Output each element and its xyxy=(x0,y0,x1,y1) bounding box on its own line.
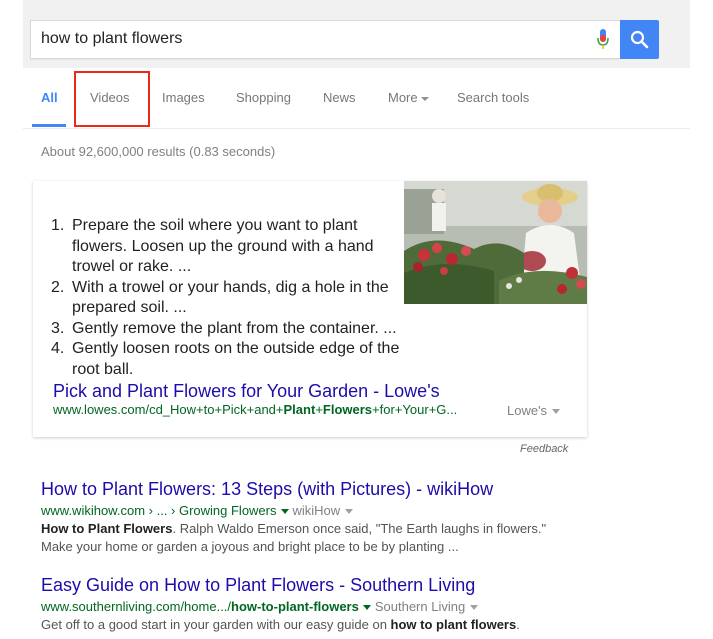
chevron-down-icon[interactable] xyxy=(345,509,354,515)
tab-news[interactable]: News xyxy=(323,90,356,105)
tab-images[interactable]: Images xyxy=(162,90,205,105)
step-text: With a trowel or your hands, dig a hole … xyxy=(72,278,389,317)
search-button[interactable] xyxy=(620,20,659,59)
search-icon xyxy=(630,30,649,49)
chevron-down-icon xyxy=(420,96,429,101)
active-tab-indicator xyxy=(32,124,66,127)
chevron-down-icon[interactable] xyxy=(362,605,371,611)
snippet-bold: how to plant flowers xyxy=(390,617,517,632)
result-source: wikiHow xyxy=(292,503,341,518)
snippet-text: . Ralph Waldo Emerson once said, "The Ea… xyxy=(172,521,547,536)
tab-more[interactable]: More xyxy=(388,90,429,105)
snippet-bold: How to Plant Flowers xyxy=(41,521,173,536)
chevron-down-icon[interactable] xyxy=(470,605,479,611)
url-bold-part: Plant xyxy=(283,402,316,417)
result-source: Southern Living xyxy=(374,599,466,614)
source-label: Lowe's xyxy=(507,403,548,418)
tab-shopping[interactable]: Shopping xyxy=(236,90,291,105)
search-input[interactable]: how to plant flowers xyxy=(30,20,621,59)
snippet-text: Get off to a good start in your garden w… xyxy=(41,617,391,632)
chevron-down-icon xyxy=(552,409,561,415)
steps-list: 1. Prepare the soil where you want to pla… xyxy=(51,216,411,380)
feedback-link[interactable]: Feedback xyxy=(520,443,568,455)
microphone-icon[interactable] xyxy=(597,29,609,51)
step-number: 2. xyxy=(51,278,65,296)
step-text: Gently remove the plant from the contain… xyxy=(72,319,397,337)
result-title-link[interactable]: Easy Guide on How to Plant Flowers - Sou… xyxy=(41,575,520,596)
url-bold-part: Flowers xyxy=(322,402,373,417)
gardening-photo[interactable] xyxy=(404,181,587,304)
result-url-text[interactable]: www.wikihow.com › ... › Growing Flowers xyxy=(41,503,277,518)
url-part: +for+Your+G... xyxy=(372,402,458,417)
result-title-link[interactable]: How to Plant Flowers: 13 Steps (with Pic… xyxy=(41,479,546,500)
result-url: www.southernliving.com/home.../how-to-pl… xyxy=(41,599,520,614)
url-bold-part: how-to-plant-flowers xyxy=(231,599,359,614)
featured-result-link[interactable]: Pick and Plant Flowers for Your Garden -… xyxy=(53,381,440,402)
videos-tab-highlight xyxy=(74,71,150,127)
search-result: How to Plant Flowers: 13 Steps (with Pic… xyxy=(41,479,546,556)
list-item: 4. Gently loosen roots on the outside edg… xyxy=(51,339,411,380)
result-snippet: How to Plant Flowers. Ralph Waldo Emerso… xyxy=(41,520,546,556)
step-number: 4. xyxy=(51,340,65,357)
url-part: + xyxy=(315,402,323,417)
url-part: www.southernliving.com/home.../ xyxy=(41,599,232,614)
result-stats: About 92,600,000 results (0.83 seconds) xyxy=(41,144,276,159)
result-snippet: Get off to a good start in your garden w… xyxy=(41,616,520,634)
list-item: 3. Gently remove the plant from the conta… xyxy=(51,319,411,340)
chevron-down-icon[interactable] xyxy=(280,509,289,515)
snippet-text: Make your home or garden a joyous and br… xyxy=(41,539,459,554)
list-item: 2. With a trowel or your hands, dig a hol… xyxy=(51,278,411,319)
result-url-text[interactable]: www.southernliving.com/home.../how-to-pl… xyxy=(41,599,359,614)
list-item: 1. Prepare the soil where you want to pla… xyxy=(51,216,411,278)
snippet-text: . xyxy=(516,617,520,632)
step-text: Gently loosen roots on the outside edge … xyxy=(72,340,400,378)
step-number: 3. xyxy=(51,319,65,337)
search-result: Easy Guide on How to Plant Flowers - Sou… xyxy=(41,575,520,634)
result-url: www.wikihow.com › ... › Growing Flowers w… xyxy=(41,503,546,518)
step-text: Prepare the soil where you want to plant… xyxy=(72,217,374,275)
tab-search-tools[interactable]: Search tools xyxy=(457,90,529,105)
tab-more-label: More xyxy=(388,90,418,105)
featured-snippet: 1. Prepare the soil where you want to pla… xyxy=(33,181,587,437)
step-number: 1. xyxy=(51,217,65,234)
search-query-text: how to plant flowers xyxy=(41,30,183,47)
url-part: www.lowes.com/cd_How+to+Pick+and+ xyxy=(53,402,284,417)
featured-result-url[interactable]: www.lowes.com/cd_How+to+Pick+and+Plant+F… xyxy=(53,402,457,417)
tab-all[interactable]: All xyxy=(41,90,58,105)
featured-source-dropdown[interactable]: Lowe's xyxy=(507,403,561,418)
